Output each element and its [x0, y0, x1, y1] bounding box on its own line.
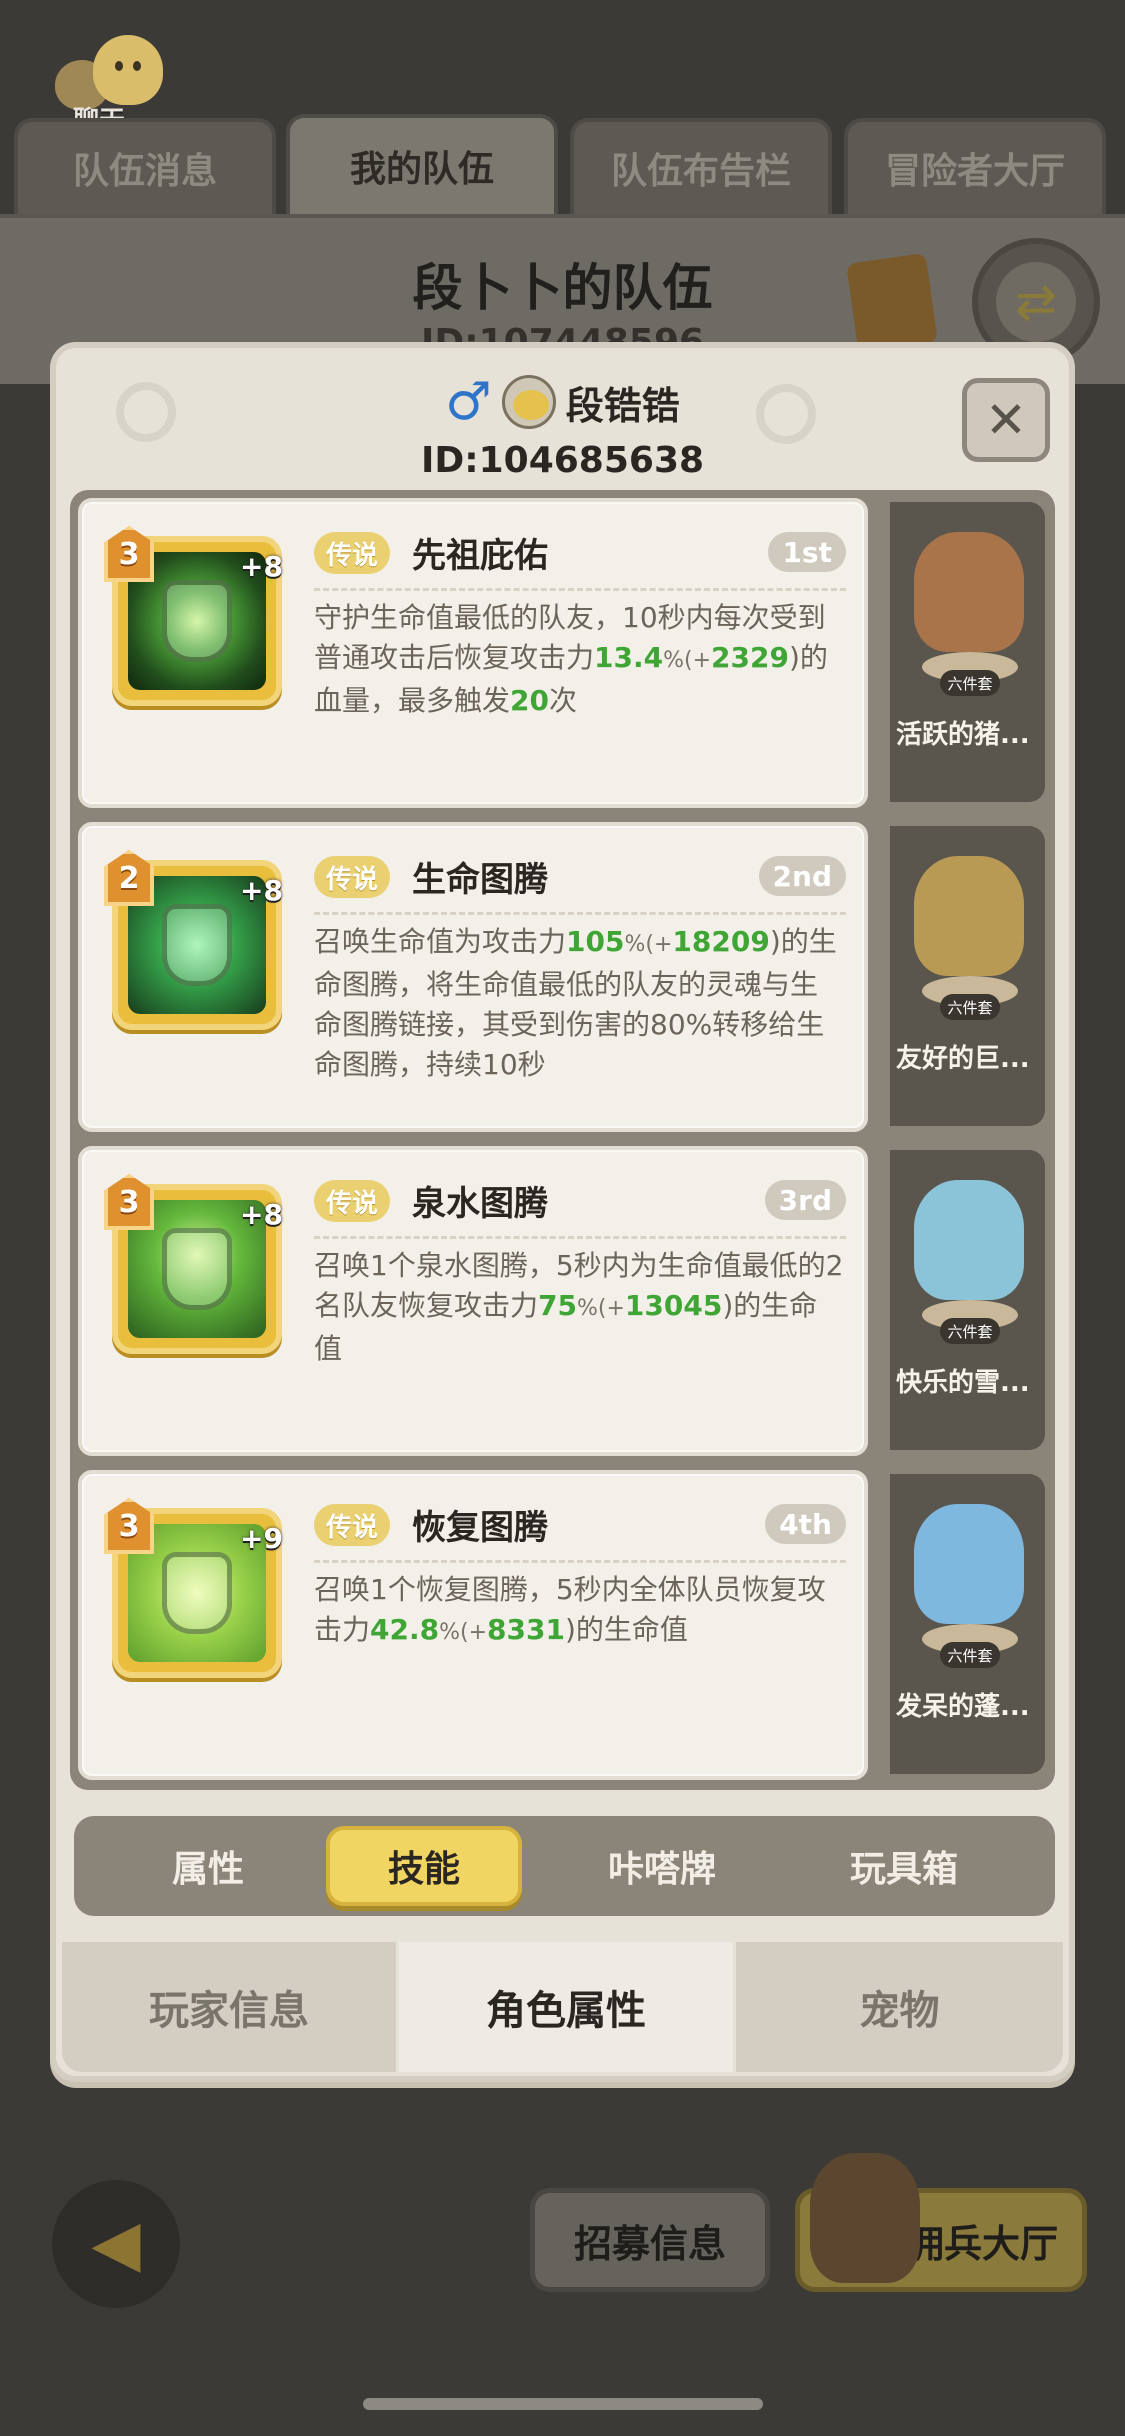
male-gender-icon: ♂: [445, 372, 492, 432]
tab-cards[interactable]: 咔嗒牌: [564, 1826, 760, 1906]
home-indicator: [363, 2398, 763, 2410]
set-tag: 六件套: [940, 670, 1000, 696]
mercenary-hall-label: 佣兵大厅: [905, 2221, 1058, 2266]
divider: [314, 1560, 846, 1563]
divider: [314, 1236, 846, 1239]
skill-level-badge: 3: [104, 1498, 154, 1554]
set-tag: 六件套: [940, 994, 1000, 1020]
sub-tab-bar: 属性 技能 咔嗒牌 玩具箱: [74, 1816, 1055, 1916]
rarity-tag: 传说: [314, 1180, 391, 1222]
recruit-info-button[interactable]: 招募信息: [530, 2188, 770, 2292]
snow-character-icon: [914, 1180, 1024, 1300]
skill-card[interactable]: 3 +8 传说 泉水图腾 3rd 召唤1个泉水图腾，5秒内为生命值最低的2名队友…: [78, 1146, 868, 1456]
recruit-info-label: 招募信息: [573, 2221, 726, 2266]
golem-character-icon: [914, 856, 1024, 976]
main-tab-bar: 玩家信息 角色属性 宠物: [62, 1942, 1063, 2072]
tab-skills[interactable]: 技能: [326, 1826, 522, 1906]
rarity-tag: 传说: [314, 1504, 391, 1546]
skill-name: 恢复图腾: [412, 1508, 548, 1548]
skill-plus-level: +8: [240, 1198, 283, 1231]
tab-player-info[interactable]: 玩家信息: [62, 1942, 396, 2072]
team-title: 段卜卜的队伍: [412, 259, 713, 317]
skill-level-badge: 3: [104, 1174, 154, 1230]
skill-order: 3rd: [764, 1180, 846, 1220]
skill-order: 1st: [768, 532, 846, 572]
player-name: 段锆锆: [565, 383, 680, 428]
fluffy-character-icon: [914, 1504, 1024, 1624]
player-detail-modal: ♂ 段锆锆 ID:104685638 ✕ 3 +8 传说 先祖庇佑 1st 守护…: [50, 342, 1075, 2082]
skill-icon-frame: 3 +8: [104, 526, 283, 706]
skill-order: 4th: [765, 1504, 846, 1544]
tab-character-attributes[interactable]: 角色属性: [399, 1942, 733, 2072]
character-card[interactable]: 六件套 活跃的猪...: [890, 502, 1045, 802]
skill-card[interactable]: 3 +9 传说 恢复图腾 4th 召唤1个恢复图腾，5秒内全体队员恢复攻击力42…: [78, 1470, 868, 1780]
skill-name: 生命图腾: [412, 860, 548, 900]
player-avatar: [501, 375, 556, 429]
skill-level-badge: 2: [104, 850, 154, 906]
character-name: 活跃的猪...: [896, 720, 1030, 750]
skill-name: 泉水图腾: [412, 1184, 548, 1224]
divider: [314, 912, 846, 915]
skill-icon-frame: 2 +8: [104, 850, 283, 1030]
mercenary-avatar-icon: [810, 2153, 920, 2283]
tab-toybox[interactable]: 玩具箱: [806, 1826, 1002, 1906]
skill-card[interactable]: 2 +8 传说 生命图腾 2nd 召唤生命值为攻击力105%(+18209)的生…: [78, 822, 868, 1132]
back-button[interactable]: ◀: [52, 2180, 180, 2308]
player-header: ♂ 段锆锆: [56, 372, 1069, 432]
skill-plus-level: +9: [240, 1522, 283, 1555]
skill-description: 召唤生命值为攻击力105%(+18209)的生命图腾，将生命值最低的队友的灵魂与…: [314, 925, 837, 1081]
skill-level-badge: 3: [104, 526, 154, 582]
tab-pet[interactable]: 宠物: [736, 1942, 1063, 2072]
swap-arrow-icon: ⇄: [996, 262, 1076, 342]
character-card[interactable]: 六件套 快乐的雪...: [890, 1150, 1045, 1450]
rarity-tag: 传说: [314, 532, 391, 574]
character-name: 发呆的蓬...: [896, 1692, 1030, 1722]
character-card[interactable]: 六件套 友好的巨...: [890, 826, 1045, 1126]
boar-character-icon: [914, 532, 1024, 652]
set-tag: 六件套: [940, 1642, 1000, 1668]
skill-icon-frame: 3 +8: [104, 1174, 283, 1354]
character-card[interactable]: 六件套 发呆的蓬...: [890, 1474, 1045, 1774]
skill-plus-level: +8: [240, 550, 283, 583]
skill-description: 召唤1个泉水图腾，5秒内为生命值最低的2名队友恢复攻击力75%(+13045)的…: [314, 1249, 844, 1365]
tab-team-board[interactable]: 队伍布告栏: [570, 118, 832, 214]
scroll-icon[interactable]: [846, 252, 938, 354]
chat-face-icon: [93, 35, 163, 105]
character-name: 快乐的雪...: [896, 1368, 1030, 1398]
skill-description: 守护生命值最低的队友，10秒内每次受到普通攻击后恢复攻击力13.4%(+2329…: [314, 601, 828, 717]
player-id: ID:104685638: [420, 440, 705, 481]
tab-adventurer-hall[interactable]: 冒险者大厅: [844, 118, 1106, 214]
skill-icon-frame: 3 +9: [104, 1498, 283, 1678]
tab-my-team[interactable]: 我的队伍: [286, 114, 558, 214]
skill-card[interactable]: 3 +8 传说 先祖庇佑 1st 守护生命值最低的队友，10秒内每次受到普通攻击…: [78, 498, 868, 808]
mercenary-hall-button[interactable]: 佣兵大厅: [795, 2153, 1087, 2292]
team-top-tabs: 队伍消息 我的队伍 队伍布告栏 冒险者大厅: [14, 114, 1114, 214]
tab-team-messages[interactable]: 队伍消息: [14, 118, 276, 214]
skill-plus-level: +8: [240, 874, 283, 907]
skill-list-panel: 3 +8 传说 先祖庇佑 1st 守护生命值最低的队友，10秒内每次受到普通攻击…: [70, 490, 1055, 1790]
skill-description: 召唤1个恢复图腾，5秒内全体队员恢复攻击力42.8%(+8331)的生命值: [314, 1573, 826, 1646]
close-button[interactable]: ✕: [962, 378, 1050, 462]
back-arrow-icon: ◀: [91, 2207, 141, 2281]
tab-attributes[interactable]: 属性: [110, 1826, 306, 1906]
divider: [314, 588, 846, 591]
rarity-tag: 传说: [314, 856, 391, 898]
skill-order: 2nd: [758, 856, 846, 896]
set-tag: 六件套: [940, 1318, 1000, 1344]
close-icon: ✕: [985, 391, 1027, 449]
character-name: 友好的巨...: [896, 1044, 1030, 1074]
skill-name: 先祖庇佑: [412, 536, 548, 576]
